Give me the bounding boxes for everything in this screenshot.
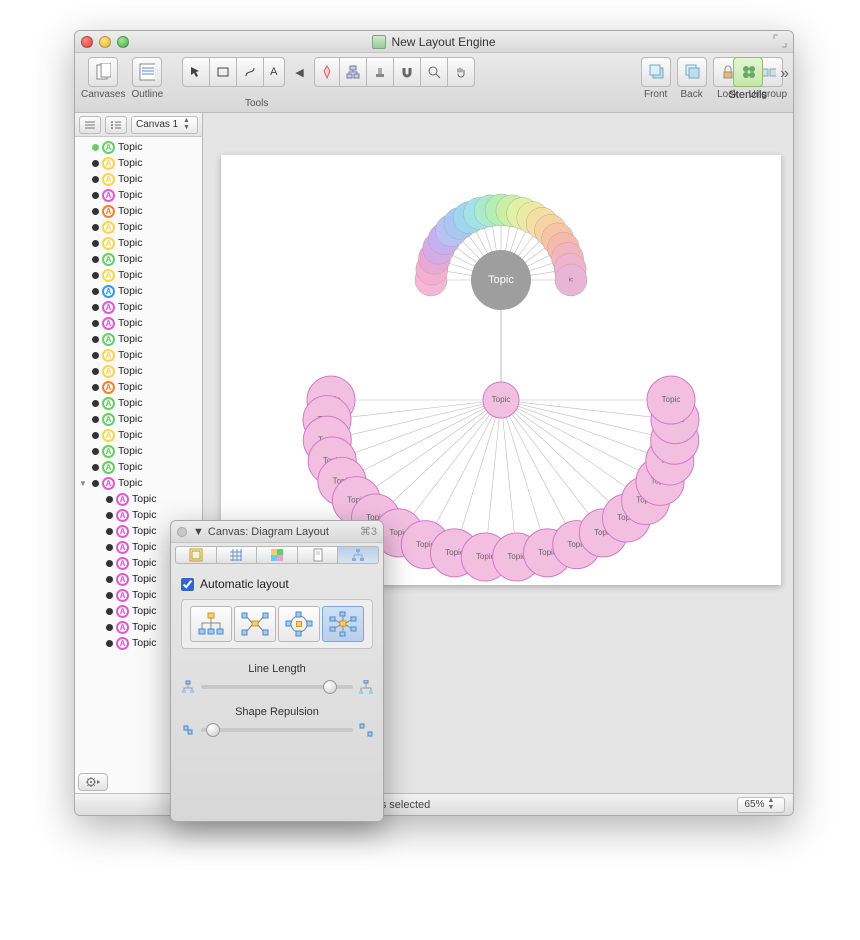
minimize-icon[interactable] [99, 36, 111, 48]
outline-item[interactable]: ATopic [75, 187, 202, 203]
shape-repulsion-slider[interactable] [181, 723, 373, 737]
auto-layout-checkbox[interactable]: Automatic layout [181, 577, 373, 591]
inspector-panel[interactable]: ▼ Canvas: Diagram Layout ⌘3 Automatic la… [170, 520, 384, 822]
titlebar[interactable]: New Layout Engine [75, 31, 793, 53]
tool-hand[interactable] [447, 57, 475, 87]
outline-item[interactable]: ATopic [75, 299, 202, 315]
zoom-icon[interactable] [117, 36, 129, 48]
outline-item[interactable]: ATopic [75, 139, 202, 155]
outline-item[interactable]: ATopic [75, 235, 202, 251]
svg-text:Topic: Topic [488, 274, 514, 286]
sidebar-view-thumbnails[interactable] [79, 116, 101, 134]
layout-style-hierarchy[interactable] [190, 606, 232, 642]
tab-canvas-size[interactable] [175, 546, 217, 564]
canvases-button[interactable] [88, 57, 118, 87]
tab-background[interactable] [256, 546, 298, 564]
outline-label: Outline [131, 89, 163, 100]
outline-item[interactable]: ATopic [75, 363, 202, 379]
outline-item[interactable]: ATopic [75, 379, 202, 395]
zoom-selector[interactable]: 65%▲▼ [737, 797, 785, 813]
tab-diagram-layout[interactable] [337, 546, 379, 564]
svg-text:Topic: Topic [662, 395, 681, 404]
shape-repulsion-label: Shape Repulsion [235, 706, 319, 718]
outline-item[interactable]: ATopic [75, 203, 202, 219]
outline-item[interactable]: ATopic [75, 267, 202, 283]
outline-item[interactable]: ATopic [75, 491, 202, 507]
outline-item[interactable]: ATopic [75, 459, 202, 475]
outline-button[interactable] [132, 57, 162, 87]
outline-item[interactable]: ATopic [75, 251, 202, 267]
outline-item[interactable]: ATopic [75, 347, 202, 363]
inspector-titlebar[interactable]: ▼ Canvas: Diagram Layout ⌘3 [171, 521, 383, 543]
tool-pen[interactable] [314, 57, 340, 87]
tool-text[interactable]: A [263, 57, 284, 87]
front-button[interactable] [641, 57, 671, 87]
svg-text:Topic: Topic [476, 552, 495, 561]
line-length-slider[interactable] [181, 680, 373, 694]
layout-style-options [181, 599, 373, 649]
outline-item[interactable]: ATopic [75, 331, 202, 347]
svg-text:Topic: Topic [492, 395, 511, 404]
outline-item[interactable]: ATopic [75, 427, 202, 443]
tools-segment1: A [183, 57, 284, 87]
outline-item[interactable]: ATopic [75, 219, 202, 235]
inspector-shortcut: ⌘3 [360, 525, 377, 538]
tool-diagram[interactable] [339, 57, 367, 87]
outline-item[interactable]: ATopic [75, 395, 202, 411]
toolbar: Canvases Outline A ◀ [75, 53, 793, 113]
outline-item[interactable]: ATopic [75, 283, 202, 299]
stencils-button[interactable] [733, 57, 763, 87]
expand-icon[interactable] [773, 34, 787, 48]
tools-label: Tools [245, 98, 268, 109]
outline-item[interactable]: ▼ATopic [75, 475, 202, 491]
outline-item[interactable]: ATopic [75, 443, 202, 459]
tools-segment2 [315, 57, 475, 87]
tool-rect[interactable] [209, 57, 237, 87]
inspector-tabs [171, 543, 383, 567]
tool-line[interactable] [236, 57, 264, 87]
back-button[interactable] [677, 57, 707, 87]
outline-item[interactable]: ATopic [75, 315, 202, 331]
tool-stamp[interactable] [366, 57, 394, 87]
outline-item[interactable]: ATopic [75, 411, 202, 427]
svg-text:ic: ic [569, 278, 573, 284]
close-icon[interactable] [81, 36, 93, 48]
layout-style-circular[interactable] [278, 606, 320, 642]
layout-style-force[interactable] [234, 606, 276, 642]
tab-page-setup[interactable] [297, 546, 339, 564]
outline-item[interactable]: ATopic [75, 171, 202, 187]
document-icon [372, 35, 386, 49]
outline-item[interactable]: ATopic [75, 155, 202, 171]
canvases-label: Canvases [81, 89, 125, 100]
inspector-title: Canvas: Diagram Layout [208, 526, 329, 538]
tool-select[interactable] [182, 57, 210, 87]
gear-menu-button[interactable] [78, 773, 108, 791]
canvas-selector[interactable]: Canvas 1 ▲▼ [131, 116, 198, 134]
stencils-label: Stencils [728, 89, 767, 101]
tool-zoom[interactable] [420, 57, 448, 87]
tool-separator-icon: ◀ [291, 57, 309, 87]
tool-magnet[interactable] [393, 57, 421, 87]
line-length-label: Line Length [248, 663, 306, 675]
layout-style-radial[interactable] [322, 606, 364, 642]
sidebar-view-list[interactable] [105, 116, 127, 134]
tab-grid[interactable] [216, 546, 258, 564]
window-title: New Layout Engine [75, 31, 793, 53]
toolbar-overflow-icon[interactable]: » [780, 65, 789, 83]
inspector-close-icon[interactable] [177, 527, 187, 537]
